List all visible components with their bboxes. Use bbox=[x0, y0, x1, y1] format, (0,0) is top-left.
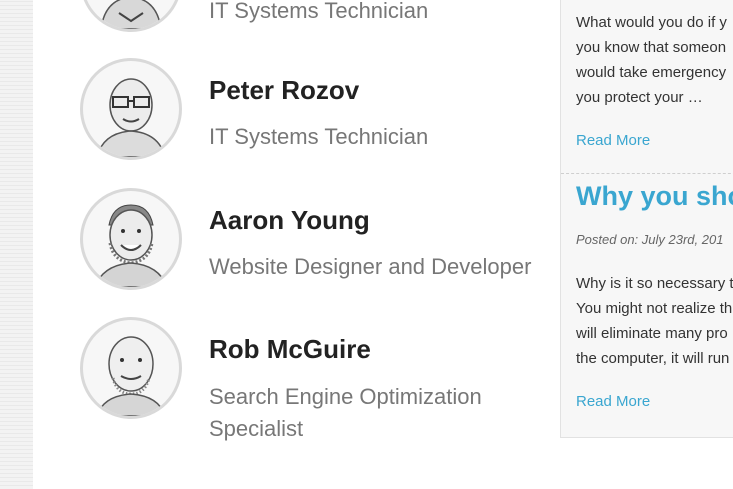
read-more-link[interactable]: Read More bbox=[576, 132, 650, 149]
member-role: IT Systems Technician bbox=[209, 0, 429, 23]
member-role: IT Systems Technician bbox=[209, 124, 429, 149]
post-excerpt-line: What would you do if y bbox=[576, 14, 727, 31]
member-name: Aaron Young bbox=[209, 205, 370, 235]
blog-sidebar: What would you do if y you know that som… bbox=[560, 0, 733, 438]
member-name: Peter Rozov bbox=[209, 75, 360, 105]
post-date: Posted on: July 23rd, 201 bbox=[576, 232, 724, 247]
post-excerpt-line: you protect your … bbox=[576, 89, 703, 106]
avatar bbox=[80, 188, 182, 290]
post-excerpt-line: will eliminate many pro bbox=[576, 325, 728, 342]
post-excerpt-line: would take emergency bbox=[576, 64, 727, 81]
avatar bbox=[80, 58, 182, 160]
member-role: Search Engine Optimization Specialist bbox=[209, 384, 482, 441]
page-background bbox=[0, 0, 33, 489]
avatar bbox=[80, 317, 182, 419]
member-name: Rob McGuire bbox=[209, 334, 371, 364]
post-excerpt-line: You might not realize th bbox=[576, 300, 733, 317]
avatar bbox=[80, 0, 182, 32]
post-divider bbox=[561, 173, 733, 174]
post-excerpt-line: Why is it so necessary t bbox=[576, 275, 733, 292]
post-excerpt-line: the computer, it will run bbox=[576, 350, 730, 367]
post-excerpt-line: you know that someon bbox=[576, 39, 727, 56]
read-more-link[interactable]: Read More bbox=[576, 393, 650, 410]
member-role: Website Designer and Developer bbox=[209, 254, 532, 279]
main-content: IT Systems Technician Peter Rozov IT Sys… bbox=[33, 0, 733, 489]
post-title[interactable]: Why you shou bbox=[576, 181, 733, 212]
